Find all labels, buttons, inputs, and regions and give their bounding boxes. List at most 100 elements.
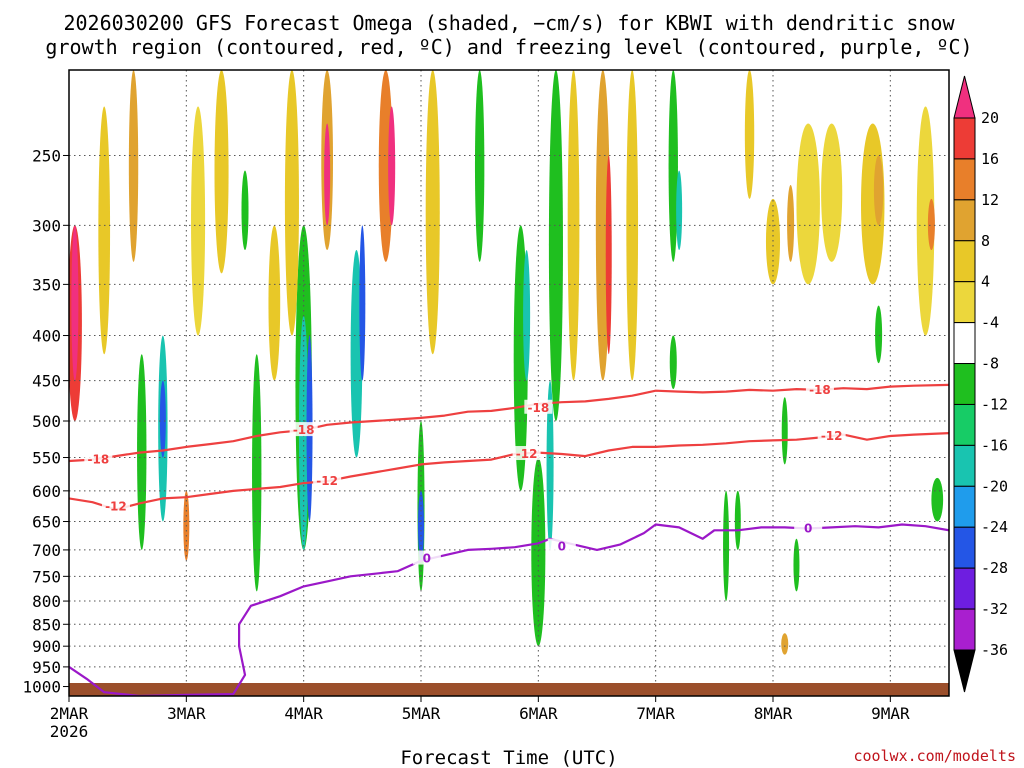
omega-shade-36 (668, 70, 678, 262)
omega-shade-23 (425, 70, 440, 355)
colorbar-label-10: -24 (981, 518, 1008, 536)
y-tick-label-800: 800 (32, 592, 61, 611)
omega-shade-11 (252, 354, 262, 592)
colorbar-box-6 (953, 363, 976, 405)
omega-shade-52 (875, 305, 883, 364)
omega-shade-18 (324, 123, 331, 226)
omega-shade-45 (873, 155, 884, 226)
omega-shade-22 (388, 106, 396, 226)
colorbar-box-0 (953, 117, 976, 160)
x-tick-label-6MAR: 6MAR (519, 704, 558, 723)
y-tick-label-900: 900 (32, 637, 61, 656)
omega-shade-6 (159, 380, 166, 458)
y-tick-label-950: 950 (32, 658, 61, 677)
omega-shade-12 (268, 225, 281, 381)
colorbar-label-6: -8 (981, 355, 999, 373)
omega-shade-42 (787, 184, 795, 262)
contour-label-0-0: -18 (87, 453, 109, 467)
chart-title-line-1: 2026030200 GFS Forecast Omega (shaded, −… (63, 11, 955, 35)
y-tick-label-600: 600 (32, 482, 61, 501)
colorbar-label-5: -4 (981, 314, 999, 332)
colorbar-label-7: -12 (981, 395, 1008, 413)
omega-shade-41 (796, 123, 820, 285)
omega-shade-28 (523, 250, 531, 381)
y-tick-label-450: 450 (32, 372, 61, 391)
colorbar-label-1: 16 (981, 150, 999, 168)
colorbar-box-10 (953, 526, 976, 569)
contour-label-2-2: 0 (804, 522, 812, 536)
colorbar-label-3: 8 (981, 232, 990, 250)
omega-shade-26 (474, 70, 485, 262)
x-axis-label: Forecast Time (UTC) (400, 747, 617, 768)
contour-label-2-0: 0 (423, 552, 431, 566)
omega-shade-8 (191, 106, 206, 336)
x-tick-label-4MAR: 4MAR (284, 704, 323, 723)
colorbar-box-5 (953, 322, 976, 365)
y-tick-label-350: 350 (32, 275, 61, 294)
y-tick-label-1000: 1000 (22, 678, 61, 697)
colorbar-label-12: -32 (981, 600, 1008, 618)
colorbar-label-13: -36 (981, 641, 1008, 659)
colorbar: 20 16 12 8 4 -4 -8 -12 -16 -20 -24 -28 -32 -36 (953, 75, 1008, 693)
colorbar-label-0: 20 (981, 109, 999, 127)
omega-shade-39 (744, 70, 755, 199)
colorbar-box-12 (953, 608, 976, 651)
omega-shade-31 (548, 70, 563, 422)
x-tick-label-3MAR: 3MAR (167, 704, 206, 723)
credit-label: coolwx.com/modelts (853, 747, 1016, 765)
colorbar-label-8: -16 (981, 436, 1008, 454)
colorbar-box-4 (953, 281, 976, 324)
colorbar-box-7 (953, 403, 976, 446)
x-tick-label-7MAR: 7MAR (636, 704, 675, 723)
colorbar-top-arrow (953, 75, 976, 119)
contour-label-0-1: -18 (293, 423, 315, 437)
omega-shade-40 (765, 198, 781, 285)
y-tick-label-250: 250 (32, 146, 61, 165)
omega-shade-3 (128, 70, 139, 262)
contour-label-0-2: -18 (527, 401, 549, 415)
omega-shade-20 (359, 225, 366, 381)
omega-shade-53 (734, 490, 741, 550)
y-tick-label-700: 700 (32, 541, 61, 560)
contour-label-1-0: -12 (105, 499, 127, 513)
omega-shade-34 (605, 155, 612, 355)
colorbar-label-11: -28 (981, 559, 1008, 577)
x-axis-year-label: 2026 (50, 722, 89, 741)
omega-shade-49 (781, 633, 789, 655)
x-tick-label-5MAR: 5MAR (402, 704, 441, 723)
colorbar-box-11 (953, 567, 976, 610)
omega-shade-51 (931, 477, 944, 522)
omega-time-height-chart: 2026030200 GFS Forecast Omega (shaded, −… (22, 11, 1016, 768)
omega-shade-50 (793, 538, 800, 592)
contour-label-0-3: -18 (809, 383, 831, 397)
y-tick-label-300: 300 (32, 216, 61, 235)
colorbar-box-9 (953, 485, 976, 528)
colorbar-box-3 (953, 240, 976, 283)
colorbar-label-4: 4 (981, 273, 990, 291)
x-tick-label-9MAR: 9MAR (871, 704, 910, 723)
y-tick-label-850: 850 (32, 615, 61, 634)
y-tick-label-750: 750 (32, 567, 61, 586)
contour-label-1-2: -12 (516, 447, 538, 461)
omega-shade-10 (241, 170, 249, 251)
x-axis: 2MAR 3MAR 4MAR 5MAR 6MAR 7MAR 8MAR 9MAR (50, 696, 910, 723)
omega-shade-37 (676, 170, 683, 251)
colorbar-box-2 (953, 199, 976, 242)
contour-label-1-1: -12 (316, 474, 338, 488)
omega-shade-16 (284, 70, 299, 336)
omega-shade-35 (626, 70, 639, 381)
y-tick-label-400: 400 (32, 327, 61, 346)
colorbar-box-8 (953, 444, 976, 487)
chart-title-line-2: growth region (contoured, red, ºC) and f… (45, 35, 972, 59)
contour-label-1-3: -12 (821, 429, 843, 443)
y-axis: 250 300 350 400 450 500 550 600 650 700 750 800 850 9… (22, 146, 69, 697)
colorbar-box-1 (953, 158, 976, 201)
omega-shade-43 (821, 123, 843, 262)
omega-shade-38 (723, 490, 730, 602)
omega-shade-9 (214, 70, 229, 274)
y-tick-label-650: 650 (32, 513, 61, 532)
omega-shade-47 (927, 198, 935, 251)
contour-label-2-1: 0 (558, 540, 566, 554)
colorbar-label-9: -20 (981, 477, 1008, 495)
x-tick-label-8MAR: 8MAR (754, 704, 793, 723)
